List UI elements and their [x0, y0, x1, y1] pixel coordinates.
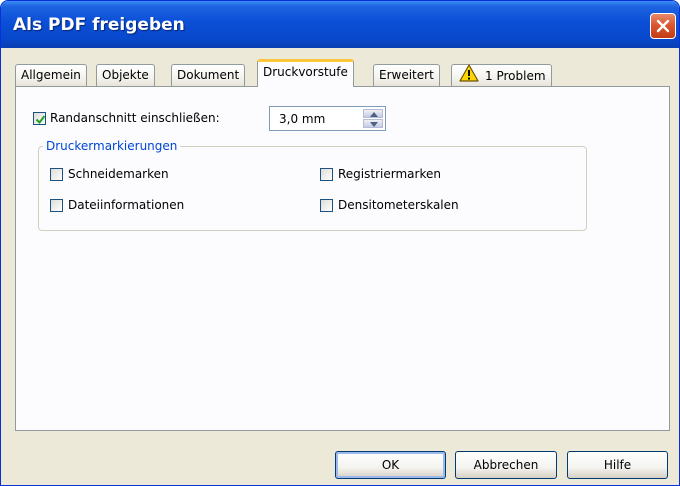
tab-label: Allgemein	[21, 68, 81, 82]
close-button[interactable]	[650, 13, 676, 39]
tab-problem[interactable]: 1 Problem	[451, 64, 552, 86]
file-info-label: Dateiinformationen	[68, 198, 185, 212]
help-button[interactable]: Hilfe	[567, 451, 668, 479]
tab-label: Erweitert	[379, 68, 434, 82]
warning-icon	[459, 64, 479, 85]
registration-marks-checkbox[interactable]	[320, 168, 333, 181]
ok-button[interactable]: OK	[335, 451, 446, 479]
share-as-pdf-dialog: Als PDF freigeben Allgemein Objekte Doku…	[0, 0, 680, 486]
spin-down-button[interactable]	[363, 119, 383, 128]
dialog-client-area: Allgemein Objekte Dokument Druckvorstufe…	[5, 48, 675, 483]
tab-label: Objekte	[102, 68, 149, 82]
tab-druckvorstufe[interactable]: Druckvorstufe	[257, 59, 354, 87]
registration-marks-label: Registriermarken	[338, 167, 441, 181]
crop-marks-label: Schneidemarken	[68, 167, 169, 181]
tab-dokument[interactable]: Dokument	[171, 64, 246, 86]
printer-marks-group: Druckermarkierungen Schneidemarken Regis…	[38, 139, 587, 231]
arrow-up-icon	[370, 112, 378, 117]
file-info-checkbox[interactable]	[50, 199, 63, 212]
close-icon	[656, 19, 670, 33]
bleed-label: Randanschnitt einschließen:	[50, 111, 220, 125]
densitometer-checkbox[interactable]	[320, 199, 333, 212]
tab-objekte[interactable]: Objekte	[96, 64, 155, 86]
title-bar[interactable]: Als PDF freigeben	[1, 1, 679, 48]
crop-marks-checkbox[interactable]	[50, 168, 63, 181]
bleed-value: 3,0 mm	[279, 112, 326, 126]
cancel-button[interactable]: Abbrechen	[455, 451, 557, 479]
tab-label: Druckvorstufe	[263, 65, 348, 79]
arrow-down-icon	[370, 122, 378, 127]
tab-label: Dokument	[177, 68, 240, 82]
bleed-spinner[interactable]: 3,0 mm	[269, 106, 386, 131]
tab-label: 1 Problem	[485, 69, 546, 83]
tab-panel-druckvorstufe: Randanschnitt einschließen: 3,0 mm Druck…	[15, 86, 670, 431]
window-title: Als PDF freigeben	[13, 15, 185, 35]
densitometer-label: Densitometerskalen	[338, 198, 459, 212]
tab-erweitert[interactable]: Erweitert	[373, 64, 440, 86]
spin-up-button[interactable]	[363, 109, 383, 118]
tab-allgemein[interactable]: Allgemein	[15, 64, 87, 86]
checkmark-icon	[35, 115, 46, 125]
group-legend: Druckermarkierungen	[43, 139, 181, 153]
spinner-buttons	[363, 109, 383, 128]
bleed-checkbox[interactable]	[33, 112, 46, 125]
